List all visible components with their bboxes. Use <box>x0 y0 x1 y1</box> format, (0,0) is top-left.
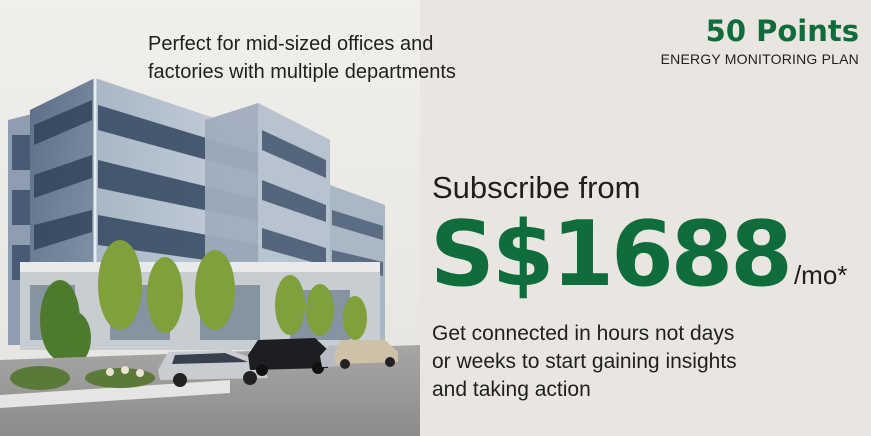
tagline-line-1: Perfect for mid-sized offices and <box>148 33 434 55</box>
description: Get connected in hours not days or weeks… <box>432 320 832 404</box>
subscribe-label: Subscribe from <box>432 170 641 205</box>
plan-info: 50 Points ENERGY MONITORING PLAN <box>661 14 859 67</box>
description-line-2: or weeks to start gaining insights <box>432 350 737 373</box>
price-value: S$1688 <box>430 202 793 307</box>
price-row: S$1688 /mo* <box>430 205 847 305</box>
description-line-1: Get connected in hours not days <box>432 322 735 345</box>
tagline: Perfect for mid-sized offices and factor… <box>148 30 456 86</box>
plan-name: ENERGY MONITORING PLAN <box>660 51 859 67</box>
price-period: /mo* <box>793 260 848 290</box>
promo-banner: Perfect for mid-sized offices and factor… <box>0 0 871 436</box>
description-line-3: and taking action <box>432 378 591 401</box>
plan-points: 50 Points <box>705 14 859 48</box>
tagline-line-2: factories with multiple departments <box>148 61 456 83</box>
